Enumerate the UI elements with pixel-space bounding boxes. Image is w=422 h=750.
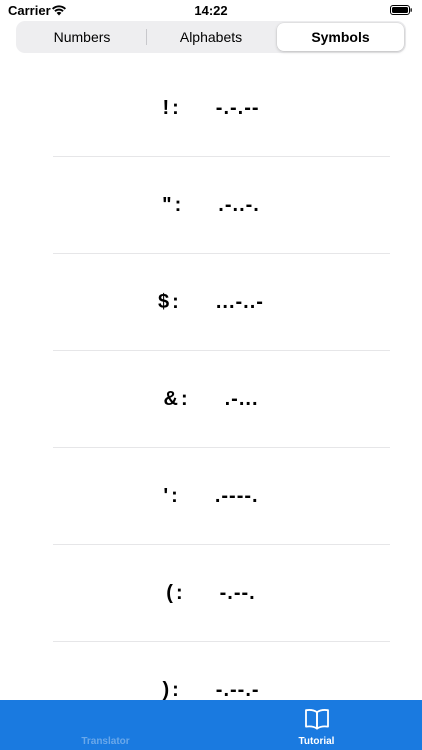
row-morse-code: -.-.-- — [215, 97, 260, 119]
row-symbol: & — [163, 388, 179, 410]
row-morse-code: .-... — [224, 388, 259, 410]
segment-symbols[interactable]: Symbols — [277, 23, 404, 51]
list-item: (: -.--. — [0, 545, 422, 642]
row-morse-code: .----. — [214, 485, 259, 507]
book-icon — [305, 709, 329, 730]
list-item: ": .-..-. — [0, 157, 422, 254]
row-colon: : — [175, 582, 184, 604]
list-item: &: .-... — [0, 351, 422, 448]
row-symbol: ( — [166, 582, 174, 604]
row-morse-code: ...-..- — [215, 291, 264, 313]
symbol-list[interactable]: !: -.-.-- ": .-..-. $: ...-..- &: .-... ': .-… — [0, 60, 422, 700]
row-content: (: -.--. — [0, 545, 422, 642]
segment-numbers[interactable]: Numbers — [18, 23, 146, 51]
list-item: !: -.-.-- — [0, 60, 422, 157]
status-bar: Carrier 14:22 — [0, 0, 422, 22]
tab-bar: Translator Tutorial — [0, 700, 422, 750]
row-content: ': .----. — [0, 448, 422, 545]
row-symbol: $ — [158, 291, 171, 313]
category-segmented-control: Numbers Alphabets Symbols — [16, 21, 406, 53]
row-colon: : — [180, 388, 189, 410]
tab-translator[interactable]: Translator — [0, 700, 211, 750]
row-colon: : — [172, 97, 180, 119]
row-content: &: .-... — [0, 351, 422, 448]
row-morse-code: .-..-. — [218, 194, 260, 216]
row-symbol: " — [162, 194, 173, 216]
segment-alphabets[interactable]: Alphabets — [146, 23, 276, 51]
row-content: ": .-..-. — [0, 157, 422, 254]
row-colon: : — [174, 194, 183, 216]
list-item: ': .----. — [0, 448, 422, 545]
row-morse-code: -.--. — [219, 582, 256, 604]
row-colon: : — [172, 679, 180, 700]
status-time: 14:22 — [194, 3, 228, 18]
tab-tutorial[interactable]: Tutorial — [211, 700, 422, 750]
battery-icon — [390, 5, 412, 15]
list-item: ): -.--.- — [0, 642, 422, 700]
row-content: $: ...-..- — [0, 254, 422, 351]
list-item: $: ...-..- — [0, 254, 422, 351]
row-colon: : — [172, 291, 180, 313]
row-content: !: -.-.-- — [0, 60, 422, 157]
row-symbol: ) — [162, 679, 171, 700]
tab-tutorial-label: Tutorial — [298, 736, 335, 747]
tab-translator-label: Translator — [81, 736, 130, 747]
screen: Carrier 14:22 Numbers Alphabets Symbols … — [0, 0, 422, 750]
row-colon: : — [171, 485, 179, 507]
row-symbol: ! — [162, 97, 171, 119]
row-content: ): -.--.- — [0, 642, 422, 700]
row-morse-code: -.--.- — [215, 679, 260, 700]
row-symbol: ' — [163, 485, 170, 507]
